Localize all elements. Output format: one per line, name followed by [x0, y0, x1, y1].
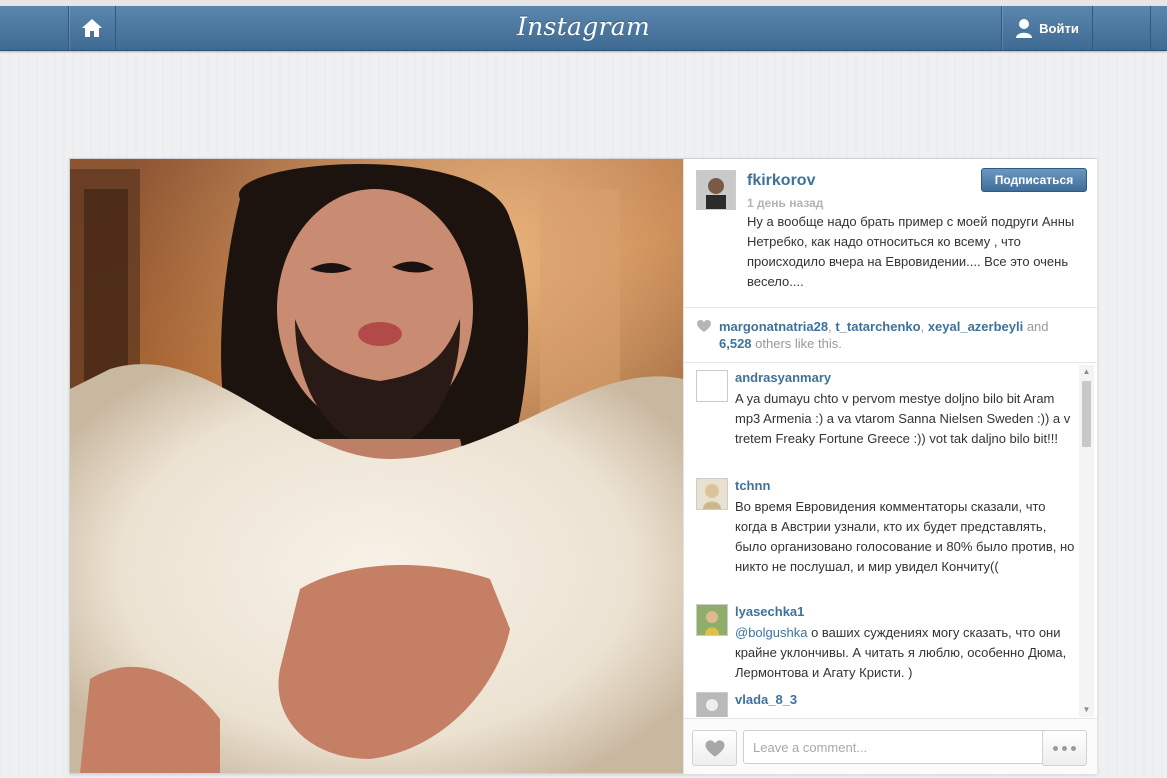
comment-username[interactable]: lyasechka1 [735, 604, 804, 619]
post-sidebar: fkirkorov 1 день назад Ну а вообще надо … [683, 159, 1097, 774]
likes-others: others like this. [751, 336, 842, 351]
avatar-image [703, 484, 721, 509]
comments-list: andrasyanmary A ya dumayu chto v pervom … [684, 363, 1097, 717]
post-time: 1 день назад [747, 196, 824, 210]
comment-text: Во время Евровидения комментаторы сказал… [735, 499, 1075, 574]
comment-item: andrasyanmary A ya dumayu chto v pervom … [684, 365, 1079, 475]
comment-username[interactable]: tchnn [735, 478, 770, 493]
post-caption: Ну а вообще надо брать пример с моей под… [747, 214, 1075, 289]
scroll-thumb[interactable] [1082, 381, 1091, 447]
nav-divider [1150, 6, 1151, 50]
commenter-avatar[interactable] [696, 692, 728, 717]
liker-username[interactable]: t_tatarchenko [835, 319, 920, 334]
avatar-image [697, 693, 727, 717]
comment-text: A ya dumayu chto v pervom mestye doljno … [735, 391, 1071, 446]
more-options-button[interactable] [1042, 730, 1087, 766]
more-dots-icon [1053, 745, 1058, 751]
commenter-avatar[interactable] [696, 370, 728, 402]
likes-separator: , [920, 319, 928, 334]
top-navbar: Instagram Войти [0, 6, 1167, 51]
comment-item: lyasechka1 @bolgushka о ваших суждениях … [684, 599, 1079, 689]
comment-bar [684, 718, 1097, 774]
login-label: Войти [1039, 20, 1079, 36]
user-icon [1016, 19, 1033, 38]
likes-text: margonatnatria28, t_tatarchenko, xeyal_a… [719, 318, 1079, 352]
comment-username[interactable]: vlada_8_3 [735, 692, 797, 707]
heart-icon [697, 320, 711, 332]
likes-count[interactable]: 6,528 [719, 336, 752, 351]
comment-mention[interactable]: @bolgushka [735, 625, 807, 640]
liker-username[interactable]: margonatnatria28 [719, 319, 828, 334]
more-dots-icon [1062, 745, 1067, 751]
owner-username[interactable]: fkirkorov [747, 172, 815, 190]
avatar-image [697, 605, 727, 635]
comment-item: tchnn Во время Евровидения комментаторы … [684, 473, 1079, 593]
post-photo[interactable] [70, 159, 683, 773]
post-card: fkirkorov 1 день назад Ну а вообще надо … [69, 158, 1097, 774]
photo-illustration [70, 159, 683, 773]
follow-button[interactable]: Подписаться [981, 168, 1087, 192]
comment-item: vlada_8_3 [684, 687, 1079, 717]
likes-section: margonatnatria28, t_tatarchenko, xeyal_a… [684, 308, 1097, 363]
liker-username[interactable]: xeyal_azerbeyli [928, 319, 1023, 334]
scroll-up-arrow-icon[interactable]: ▲ [1079, 365, 1094, 379]
owner-avatar[interactable] [696, 170, 736, 210]
comment-username[interactable]: andrasyanmary [735, 370, 831, 385]
comment-input[interactable] [743, 730, 1053, 764]
home-icon [82, 19, 102, 37]
heart-icon [705, 739, 724, 757]
more-dots-icon [1071, 745, 1076, 751]
comment-text: @bolgushka о ваших суждениях могу сказат… [735, 623, 1080, 683]
scroll-down-arrow-icon[interactable]: ▼ [1079, 703, 1094, 717]
commenter-avatar[interactable] [696, 604, 728, 636]
like-button[interactable] [692, 730, 737, 766]
comments-scrollbar[interactable]: ▲ ▼ [1079, 365, 1094, 717]
home-button[interactable] [68, 6, 116, 50]
commenter-avatar[interactable] [696, 478, 728, 510]
avatar-image [697, 171, 735, 209]
post-header: fkirkorov 1 день назад Ну а вообще надо … [684, 159, 1097, 308]
instagram-logo: Instagram [516, 12, 651, 41]
likes-and: and [1023, 319, 1049, 334]
login-button[interactable]: Войти [1001, 6, 1093, 50]
